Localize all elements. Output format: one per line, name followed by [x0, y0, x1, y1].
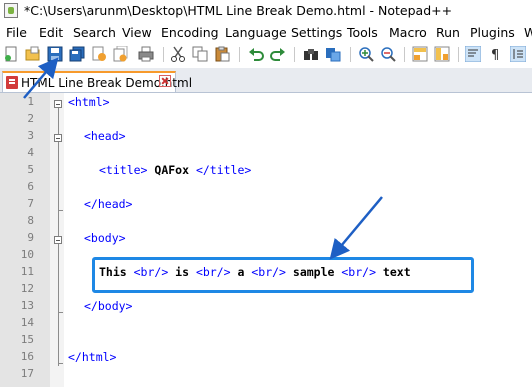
- annotation-arrows: [23, 57, 383, 260]
- arrow-to-save-icon: [23, 57, 59, 99]
- arrow-to-highlight: [329, 196, 383, 260]
